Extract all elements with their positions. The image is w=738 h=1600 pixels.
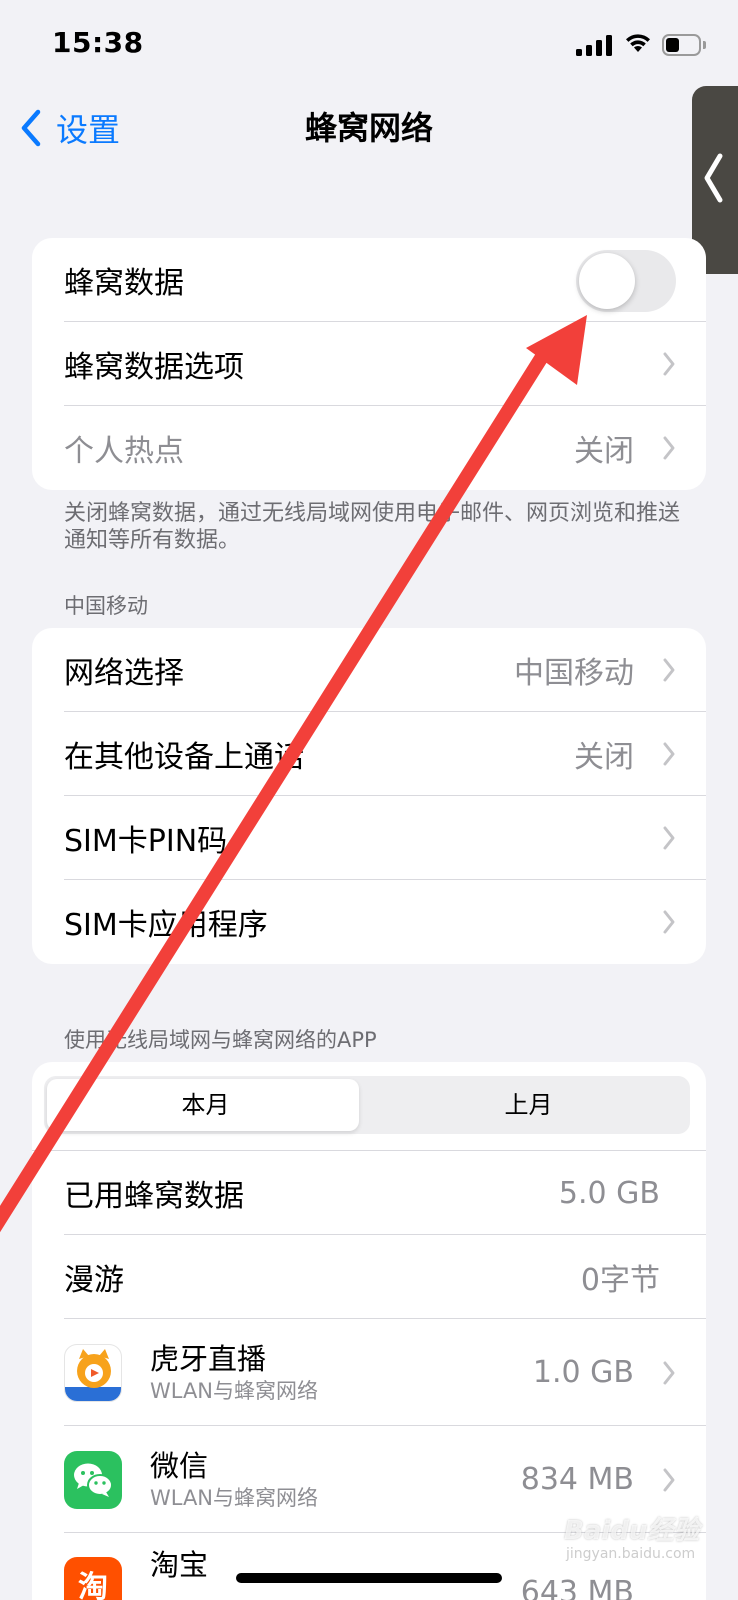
roaming-value: 0字节 [580, 1263, 660, 1298]
roaming-row: 漫游 0字节 [32, 1235, 706, 1319]
wifi-icon [626, 34, 650, 52]
app-name: 淘宝 [150, 1548, 209, 1582]
carrier-section-header: 中国移动 [64, 594, 148, 618]
page-title: 蜂窝网络 [304, 109, 433, 147]
chevron-right-icon [663, 910, 675, 934]
used-cellular-data-label: 已用蜂窝数据 [64, 1179, 244, 1214]
used-cellular-data-row: 已用蜂窝数据 5.0 GB [32, 1151, 706, 1235]
cellular-data-label: 蜂窝数据 [64, 266, 184, 301]
home-indicator[interactable] [236, 1573, 502, 1583]
personal-hotspot-value: 关闭 [574, 434, 634, 469]
sim-applications-label: SIM卡应用程序 [64, 908, 268, 943]
chevron-right-icon [663, 742, 675, 766]
period-segmented-control: 本月 上月 [44, 1076, 690, 1134]
app-name: 微信 [150, 1448, 209, 1483]
segment-last-month[interactable]: 上月 [367, 1076, 690, 1134]
network-selection-row[interactable]: 网络选择 中国移动 [32, 628, 706, 712]
cellular-footnote: 关闭蜂窝数据，通过无线局域网使用电子邮件、网页浏览和推送通知等所有数据。 [64, 501, 681, 553]
chevron-right-icon [663, 352, 675, 376]
watermark-url: jingyan.baidu.com [566, 1546, 696, 1562]
chevron-right-icon [663, 1468, 675, 1491]
taobao-app-icon: 淘 [64, 1557, 122, 1600]
app-usage-value: 643 MB [520, 1575, 634, 1600]
sim-applications-row[interactable]: SIM卡应用程序 [32, 880, 706, 964]
chevron-right-icon [663, 436, 675, 460]
svg-text:淘: 淘 [78, 1570, 108, 1600]
cellular-settings-group: 蜂窝数据 蜂窝数据选项 个人热点 关闭 [32, 238, 706, 490]
used-cellular-data-value: 5.0 GB [558, 1175, 660, 1211]
app-network-type: WLAN与蜂窝网络 [150, 1485, 319, 1510]
segment-this-month[interactable]: 本月 [44, 1076, 367, 1134]
calls-on-other-devices-value: 关闭 [574, 740, 634, 775]
personal-hotspot-row[interactable]: 个人热点 关闭 [32, 406, 706, 490]
app-name: 虎牙直播 [150, 1341, 267, 1376]
cellular-signal-icon [576, 34, 612, 56]
network-selection-value: 中国移动 [514, 656, 634, 691]
cellular-data-row: 蜂窝数据 [32, 238, 706, 322]
app-network-type: WLAN与蜂窝网络 [150, 1378, 319, 1403]
wechat-app-icon [64, 1450, 122, 1509]
cellular-data-toggle[interactable] [576, 250, 676, 312]
app-usage-value: 1.0 GB [532, 1355, 634, 1390]
calls-on-other-devices-row[interactable]: 在其他设备上通话 关闭 [32, 712, 706, 796]
battery-icon [662, 34, 706, 56]
status-bar: 15:38 [0, 0, 738, 90]
chevron-right-icon [663, 1361, 675, 1384]
sim-pin-row[interactable]: SIM卡PIN码 [32, 796, 706, 880]
carrier-settings-group: 网络选择 中国移动 在其他设备上通话 关闭 SIM卡PIN码 SIM卡应用程序 [32, 628, 706, 964]
personal-hotspot-label: 个人热点 [64, 434, 184, 469]
app-usage-section-header: 使用无线局域网与蜂窝网络的APP [64, 1028, 377, 1052]
chevron-left-icon [704, 153, 723, 203]
calls-on-other-devices-label: 在其他设备上通话 [64, 740, 304, 775]
network-selection-label: 网络选择 [64, 656, 184, 691]
app-usage-value: 834 MB [520, 1462, 634, 1497]
huya-app-icon [64, 1343, 122, 1402]
status-time: 15:38 [52, 26, 144, 59]
cellular-data-options-label: 蜂窝数据选项 [64, 350, 244, 385]
cellular-data-options-row[interactable]: 蜂窝数据选项 [32, 322, 706, 406]
roaming-label: 漫游 [64, 1263, 124, 1298]
chevron-right-icon [663, 658, 675, 682]
app-row-huya[interactable]: 虎牙直播 WLAN与蜂窝网络 1.0 GB [32, 1319, 706, 1426]
sim-pin-label: SIM卡PIN码 [64, 824, 228, 859]
chevron-right-icon [663, 826, 675, 850]
watermark-logo: Baidu经验 [564, 1516, 700, 1546]
